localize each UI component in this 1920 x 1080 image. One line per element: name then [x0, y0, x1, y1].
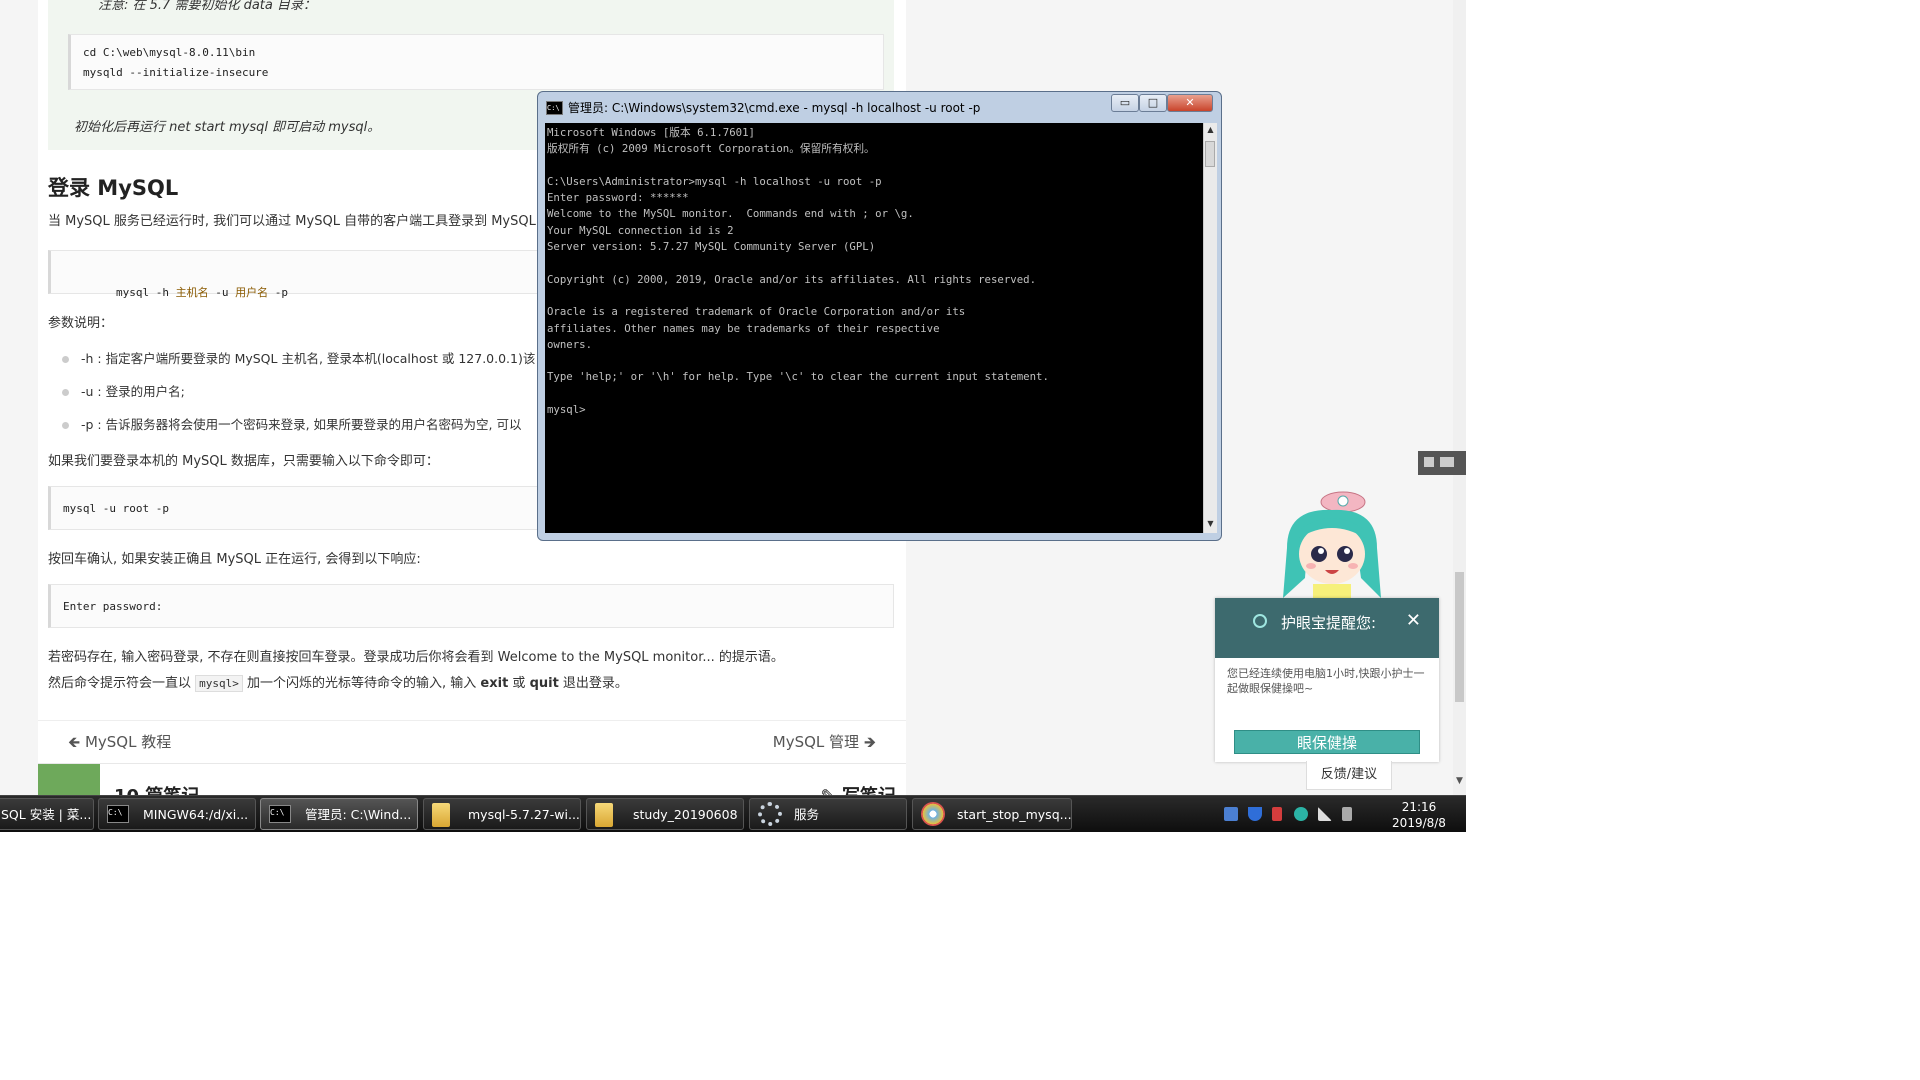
notes-bar: 10 篇笔记 ✎ 写笔记 — [38, 763, 906, 796]
after-login-text: 若密码存在, 输入密码登录, 不存在则直接按回车登录。登录成功后你将会看到 We… — [48, 650, 784, 665]
prompt-text: 然后命令提示符会一直以 mysql> 加一个闪烁的光标等待命令的输入, 输入 e… — [48, 675, 628, 692]
eye-popup-title: 护眼宝提醒您: — [1281, 614, 1377, 632]
list-item: -p : 告诉服务器将会使用一个密码来登录, 如果所要登录的用户名密码为空, 可… — [62, 414, 522, 433]
params-label: 参数说明： — [48, 316, 114, 331]
scroll-down-arrow-icon[interactable]: ▼ — [1453, 776, 1466, 792]
terminal-icon: C:\ — [107, 805, 129, 823]
clock-date[interactable]: 2019/8/8 — [1384, 816, 1454, 830]
keyboard-icon[interactable] — [1440, 457, 1454, 467]
arrow-right-icon: 🡺 — [863, 733, 876, 751]
audio-muted-icon[interactable] — [1272, 807, 1282, 821]
volume-icon[interactable] — [1342, 807, 1352, 821]
cmd-app-icon: C:\ — [546, 101, 563, 115]
page-scrollbar[interactable]: ▼ — [1453, 0, 1466, 795]
scroll-down-arrow-icon[interactable]: ▼ — [1204, 519, 1217, 528]
taskbar: SQL 安装 | 菜... C:\ MINGW64:/d/xi... C:\ 管… — [0, 795, 1466, 832]
gear-icon — [758, 802, 782, 826]
list-item: -h : 指定客户端所要登录的 MySQL 主机名, 登录本机(localhos… — [62, 348, 535, 367]
taskbar-item-services[interactable]: 服务 — [749, 798, 907, 830]
eye-popup-header: 护眼宝提醒您: ✕ — [1215, 598, 1439, 658]
section-heading: 登录 MySQL — [48, 176, 179, 200]
eye-care-icon — [1253, 614, 1267, 628]
write-note-button[interactable]: ✎ 写笔记 — [821, 782, 896, 796]
cmd-window[interactable]: C:\ 管理员: C:\Windows\system32\cmd.exe - m… — [537, 91, 1222, 541]
cmd-window-title: 管理员: C:\Windows\system32\cmd.exe - mysql… — [568, 101, 981, 115]
desktop-screen: 注意: 在 5.7 需要初始化 data 目录： cd C:\web\mysql… — [0, 0, 1466, 832]
taskbar-item-mingw[interactable]: C:\ MINGW64:/d/xi... — [98, 798, 256, 830]
notes-icon — [38, 764, 100, 796]
intro-text: 当 MySQL 服务已经运行时, 我们可以通过 MySQL 自带的客户端工具登录… — [48, 214, 536, 229]
notes-count[interactable]: 10 篇笔记 — [114, 782, 199, 796]
code-line: cd C:\web\mysql-8.0.11\bin — [83, 46, 256, 59]
close-button[interactable]: ✕ — [1167, 94, 1213, 112]
eye-popup-message: 您已经连续使用电脑1小时,快跟小护士一起做眼保健操吧~ — [1227, 667, 1425, 695]
note-after-text: 初始化后再运行 net start mysql 即可启动 mysql。 — [74, 120, 381, 135]
prev-link[interactable]: 🡸 MySQL 教程 — [68, 731, 171, 757]
note-top-text: 注意: 在 5.7 需要初始化 data 目录： — [98, 0, 316, 13]
code-block-init: cd C:\web\mysql-8.0.11\bin mysqld --init… — [68, 34, 884, 90]
input-method-icon[interactable] — [1224, 807, 1238, 821]
list-item: -u : 登录的用户名; — [62, 381, 185, 400]
folder-icon — [595, 803, 613, 827]
folder-icon — [432, 803, 450, 827]
maximize-button[interactable]: □ — [1139, 94, 1167, 112]
terminal-icon: C:\ — [269, 805, 291, 823]
cmd-scrollbar-thumb[interactable] — [1205, 141, 1215, 167]
nurse-mascot-icon — [1283, 491, 1381, 606]
scroll-up-arrow-icon[interactable]: ▲ — [1204, 125, 1217, 134]
taskbar-item-paint[interactable]: start_stop_mysq... — [912, 798, 1072, 830]
grid-icon[interactable] — [1424, 457, 1434, 467]
clock-time[interactable]: 21:16 — [1389, 800, 1449, 814]
code-block-password: Enter password: — [48, 584, 894, 628]
eye-care-tray-icon[interactable] — [1294, 807, 1308, 821]
enter-confirm-text: 按回车确认, 如果安装正确且 MySQL 正在运行, 会得到以下响应: — [48, 552, 421, 567]
taskbar-item-folder-mysql[interactable]: mysql-5.7.27-wi... — [423, 798, 581, 830]
minimize-button[interactable]: ▭ — [1111, 94, 1139, 112]
mini-toolbar[interactable] — [1418, 451, 1466, 475]
cmd-output: Microsoft Windows [版本 6.1.7601] 版权所有 (c)… — [547, 126, 1049, 417]
code-line: mysqld --initialize-insecure — [83, 66, 269, 79]
arrow-left-icon: 🡸 — [68, 733, 81, 751]
taskbar-item-cmd[interactable]: C:\ 管理员: C:\Wind... — [260, 798, 418, 830]
shield-icon[interactable] — [1248, 807, 1262, 821]
taskbar-item-browser[interactable]: SQL 安装 | 菜... — [0, 798, 94, 830]
feedback-button[interactable]: 反馈/建议 — [1306, 761, 1392, 790]
local-login-text: 如果我们要登录本机的 MySQL 数据库，只需要输入以下命令即可： — [48, 454, 439, 469]
cmd-console[interactable]: Microsoft Windows [版本 6.1.7601] 版权所有 (c)… — [545, 123, 1203, 533]
pager: 🡸 MySQL 教程 MySQL 管理 🡺 — [38, 720, 906, 761]
paint-icon — [921, 802, 945, 826]
next-link[interactable]: MySQL 管理 🡺 — [773, 731, 876, 757]
cmd-scrollbar[interactable]: ▲ ▼ — [1203, 123, 1217, 533]
network-icon[interactable] — [1318, 807, 1332, 821]
eye-care-popup: 护眼宝提醒您: ✕ 您已经连续使用电脑1小时,快跟小护士一起做眼保健操吧~ 眼保… — [1215, 598, 1439, 762]
close-icon[interactable]: ✕ — [1406, 610, 1421, 631]
eye-exercise-button[interactable]: 眼保健操 — [1234, 730, 1420, 754]
scrollbar-thumb[interactable] — [1455, 572, 1464, 702]
taskbar-item-folder-study[interactable]: study_20190608 — [586, 798, 744, 830]
cmd-titlebar[interactable]: C:\ 管理员: C:\Windows\system32\cmd.exe - m… — [538, 92, 1221, 122]
